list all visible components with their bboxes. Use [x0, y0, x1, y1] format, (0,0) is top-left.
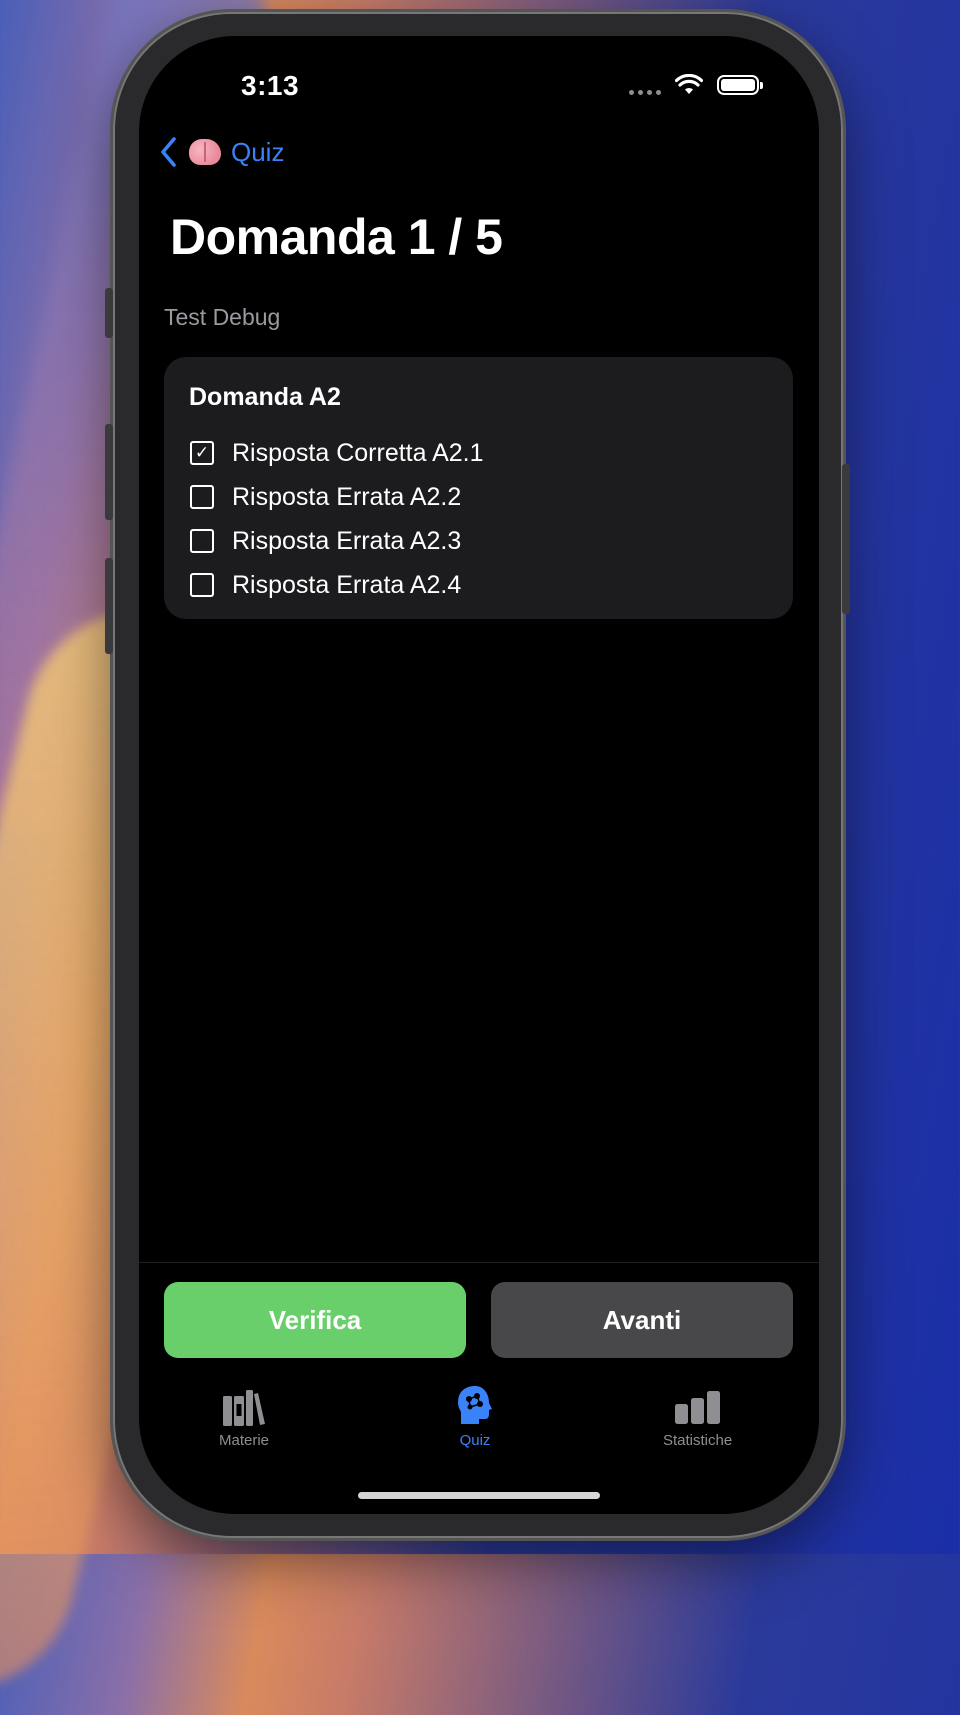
question-card: Domanda A2 ✓ Risposta Corretta A2.1 Risp… [164, 357, 793, 619]
tab-quiz[interactable]: Quiz [455, 1386, 495, 1449]
answer-label: Risposta Corretta A2.1 [232, 438, 484, 467]
answer-label: Risposta Errata A2.2 [232, 482, 462, 511]
side-button [105, 288, 113, 338]
checkbox-empty-icon[interactable] [190, 485, 214, 509]
volume-up-button [105, 424, 113, 520]
brain-emoji-icon [189, 139, 221, 165]
tab-label: Materie [219, 1432, 270, 1449]
bar-chart-icon [674, 1386, 722, 1426]
answer-option[interactable]: Risposta Errata A2.3 [190, 519, 484, 563]
back-label: Quiz [231, 136, 285, 167]
volume-down-button [105, 558, 113, 654]
answer-option[interactable]: Risposta Errata A2.2 [190, 475, 484, 519]
app-screen: 3:13 Quiz Domanda 1 / 5 Test Debug Doman… [139, 36, 819, 1514]
answer-label: Risposta Errata A2.4 [232, 570, 462, 599]
verify-button[interactable]: Verifica [164, 1282, 466, 1358]
back-button[interactable]: Quiz [159, 136, 284, 168]
books-icon [222, 1386, 266, 1426]
tab-label: Statistiche [663, 1432, 733, 1449]
answer-list: ✓ Risposta Corretta A2.1 Risposta Errata… [190, 431, 484, 607]
battery-icon [717, 75, 763, 95]
power-button [842, 464, 850, 614]
question-title: Domanda A2 [189, 383, 341, 411]
answer-option[interactable]: Risposta Errata A2.4 [190, 563, 484, 607]
tab-statistiche[interactable]: Statistiche [663, 1386, 732, 1449]
answer-label: Risposta Errata A2.3 [232, 526, 462, 555]
next-button[interactable]: Avanti [491, 1282, 793, 1358]
cellular-signal-icon [629, 89, 661, 95]
quiz-name: Test Debug [164, 304, 281, 330]
wifi-icon [675, 74, 703, 94]
checkbox-checked-icon[interactable]: ✓ [190, 441, 214, 465]
tab-materie[interactable]: Materie [219, 1386, 269, 1449]
checkbox-empty-icon[interactable] [190, 529, 214, 553]
tab-bar: Materie Quiz Statistiche [139, 1386, 819, 1466]
status-time: 3:13 [241, 70, 300, 101]
bottom-divider [139, 1262, 819, 1263]
home-indicator[interactable] [358, 1492, 600, 1499]
page-title: Domanda 1 / 5 [170, 209, 503, 265]
checkbox-empty-icon[interactable] [190, 573, 214, 597]
status-indicators [629, 74, 763, 96]
chevron-left-icon [161, 137, 176, 167]
tab-label: Quiz [459, 1432, 491, 1449]
answer-option[interactable]: ✓ Risposta Corretta A2.1 [190, 431, 484, 475]
brain-head-icon [455, 1386, 495, 1426]
